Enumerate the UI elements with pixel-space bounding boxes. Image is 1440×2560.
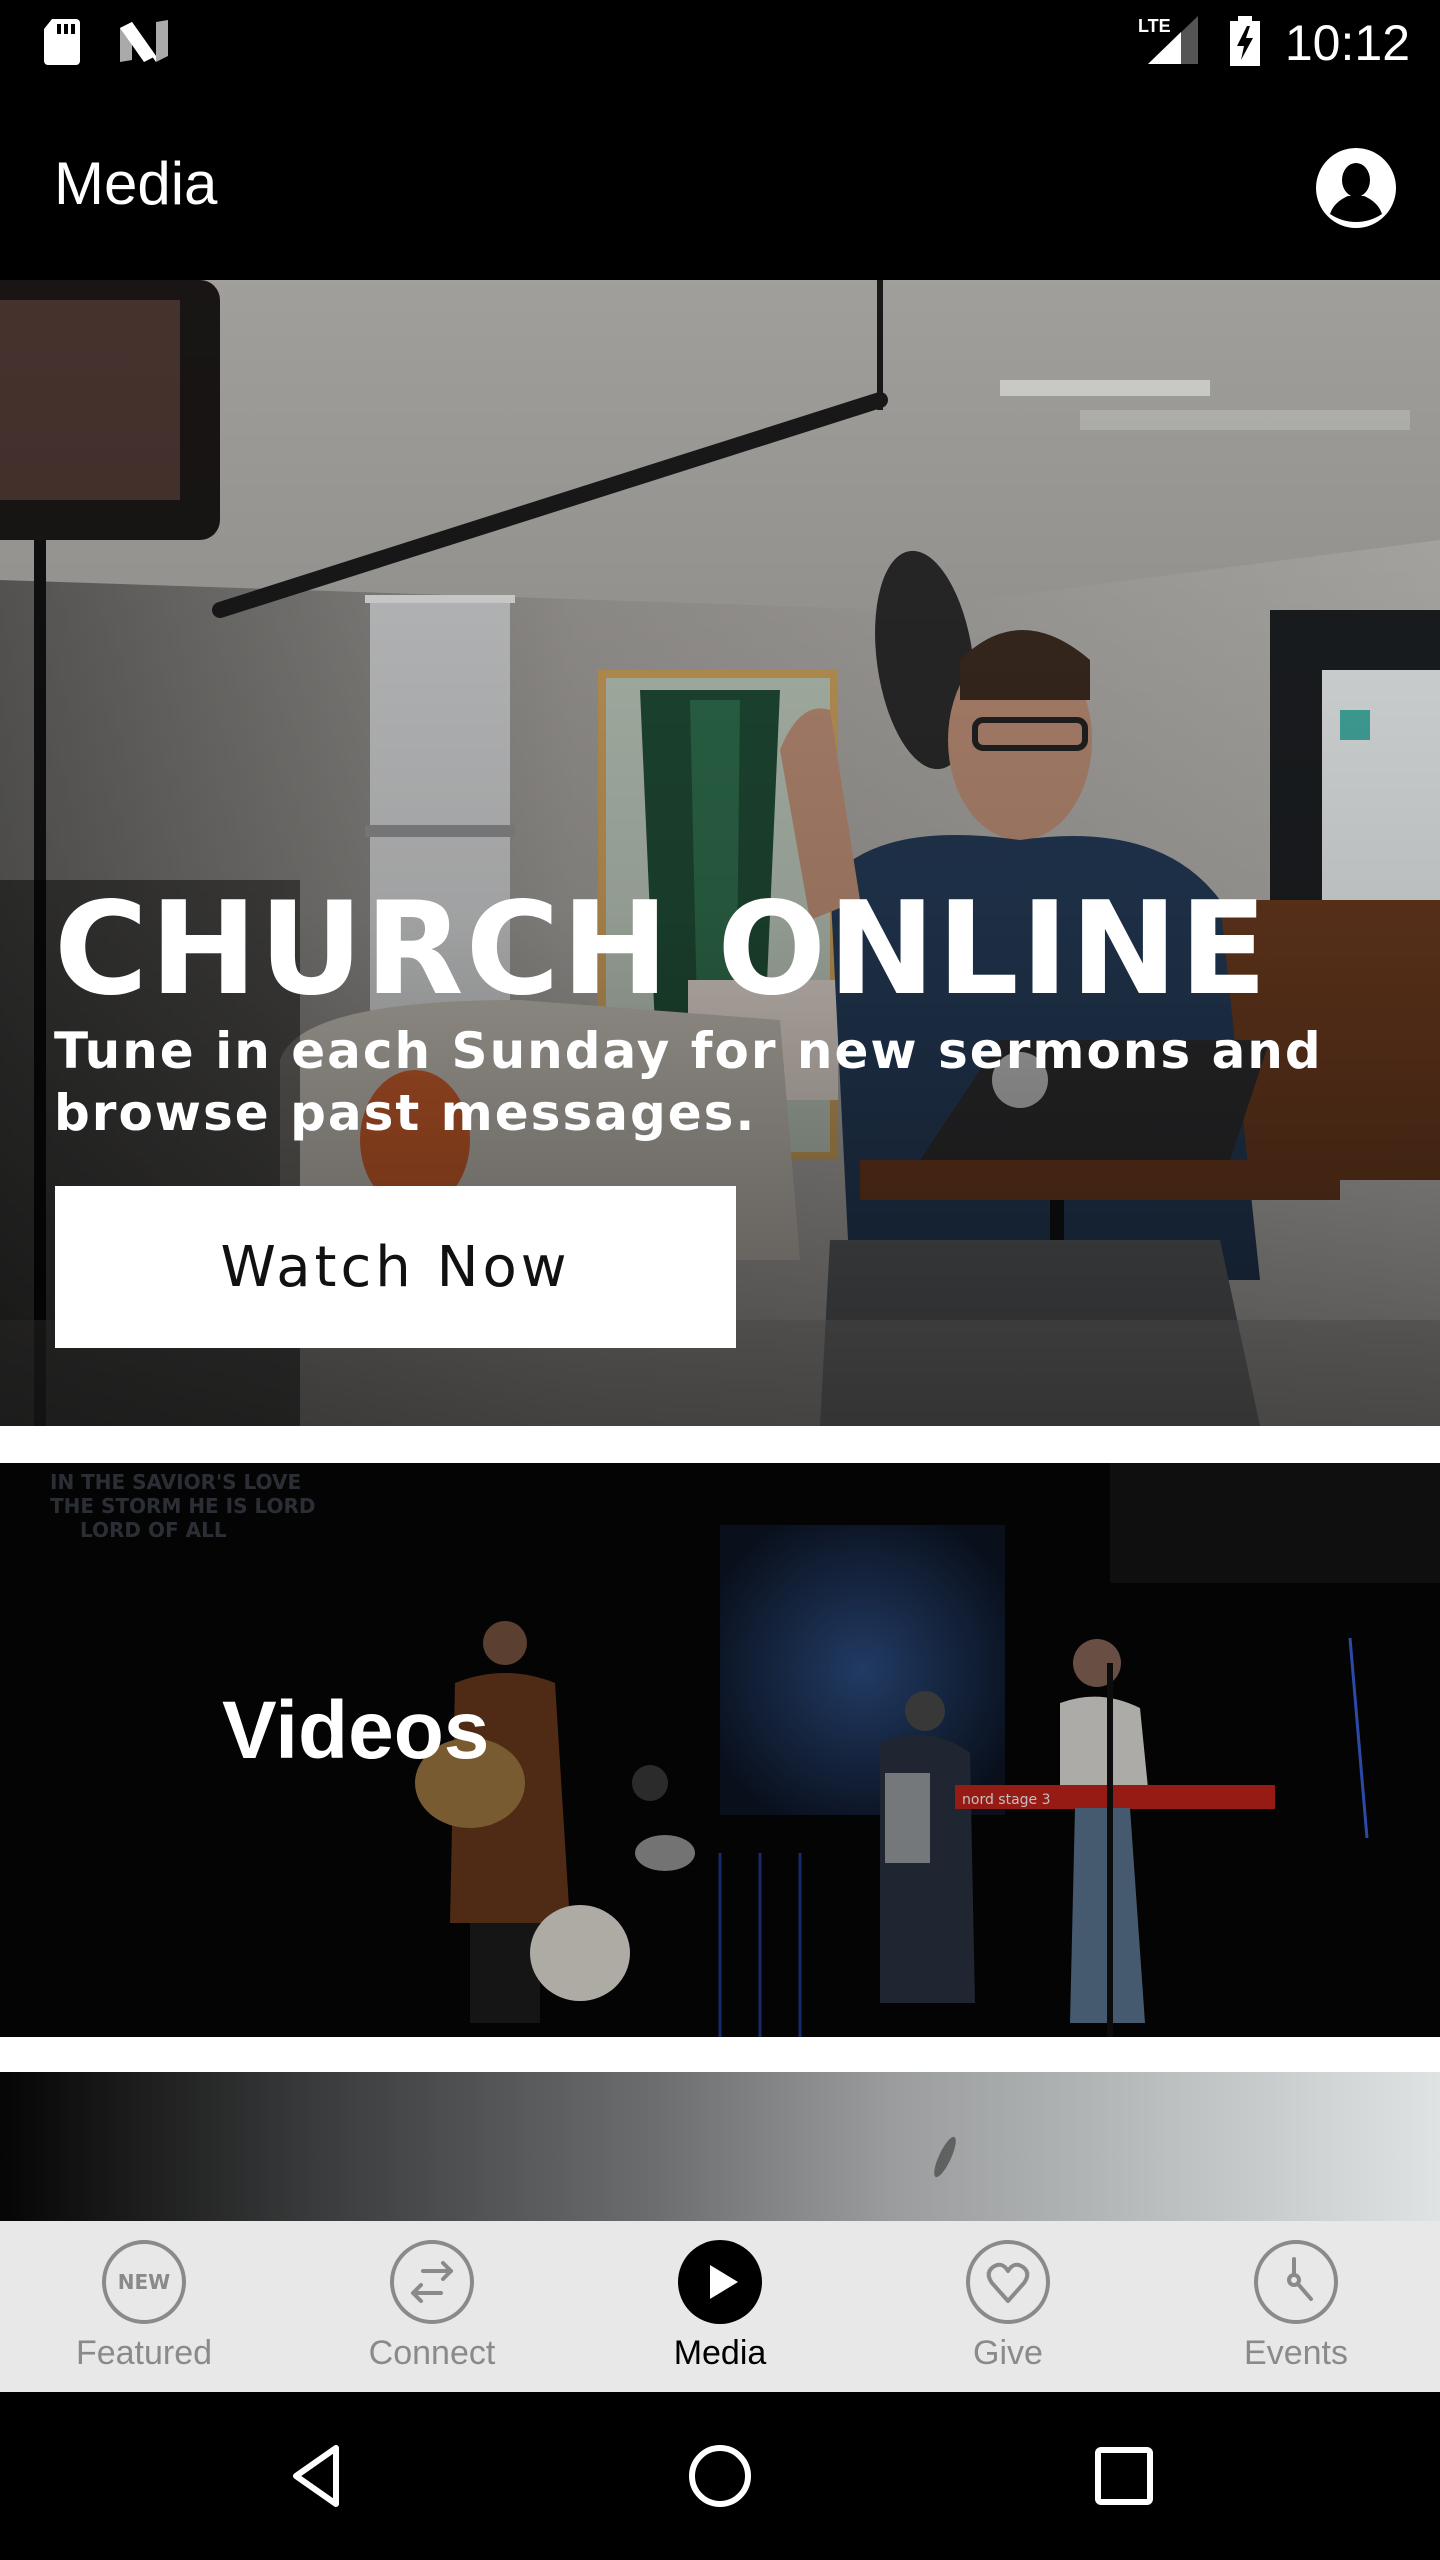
tab-featured[interactable]: NEW Featured — [0, 2221, 288, 2392]
tab-label: Featured — [75, 2334, 213, 2372]
page-title: Media — [54, 150, 218, 217]
status-bar: LTE 10:12 — [0, 0, 1440, 90]
system-nav-bar — [0, 2392, 1440, 2560]
tab-label: Connect — [368, 2334, 496, 2372]
swap-arrows-icon — [390, 2240, 474, 2324]
hero-title: CHURCH ONLINE — [54, 875, 1269, 1024]
tab-label: Media — [673, 2334, 767, 2372]
android-n-icon — [120, 20, 168, 62]
tab-give[interactable]: Give — [864, 2221, 1152, 2392]
videos-background-image: IN THE SAVIOR'S LOVE THE STORM HE IS LOR… — [0, 1463, 1440, 2037]
lte-signal-icon: LTE — [1138, 16, 1198, 64]
profile-button[interactable] — [1314, 146, 1398, 230]
card-image-detail — [934, 2136, 956, 2178]
heart-icon — [966, 2240, 1050, 2324]
app-bar: Media — [0, 90, 1440, 280]
recents-icon[interactable] — [1084, 2436, 1164, 2516]
tab-label: Events — [1244, 2334, 1348, 2372]
svg-text:NEW: NEW — [118, 2270, 170, 2294]
tab-connect[interactable]: Connect — [288, 2221, 576, 2392]
church-online-card[interactable]: CHURCH ONLINE Tune in each Sunday for ne… — [0, 280, 1440, 1426]
status-clock: 10:12 — [1284, 15, 1410, 71]
battery-charging-icon — [1230, 16, 1260, 66]
new-badge-icon: NEW — [102, 2240, 186, 2324]
back-icon[interactable] — [276, 2436, 356, 2516]
watch-now-button[interactable]: Watch Now — [55, 1186, 736, 1348]
play-circle-icon — [678, 2240, 762, 2324]
svg-text:LTE: LTE — [1138, 16, 1171, 36]
bottom-tab-bar: NEW Featured Connect Media Give Events — [0, 2221, 1440, 2392]
tab-label: Give — [973, 2334, 1043, 2372]
home-icon[interactable] — [680, 2436, 760, 2516]
account-circle-icon — [1316, 148, 1396, 228]
media-card-partial[interactable] — [0, 2072, 1440, 2221]
media-feed[interactable]: CHURCH ONLINE Tune in each Sunday for ne… — [0, 280, 1440, 2221]
tab-events[interactable]: Events — [1152, 2221, 1440, 2392]
hero-subtitle: Tune in each Sunday for new sermons and … — [54, 1022, 1323, 1142]
sd-card-icon — [44, 19, 80, 65]
card-background-image — [0, 2072, 1440, 2221]
videos-card[interactable]: IN THE SAVIOR'S LOVE THE STORM HE IS LOR… — [0, 1463, 1440, 2037]
clock-icon — [1254, 2240, 1338, 2324]
videos-label: Videos — [222, 1685, 490, 1776]
tab-media[interactable]: Media — [576, 2221, 864, 2392]
